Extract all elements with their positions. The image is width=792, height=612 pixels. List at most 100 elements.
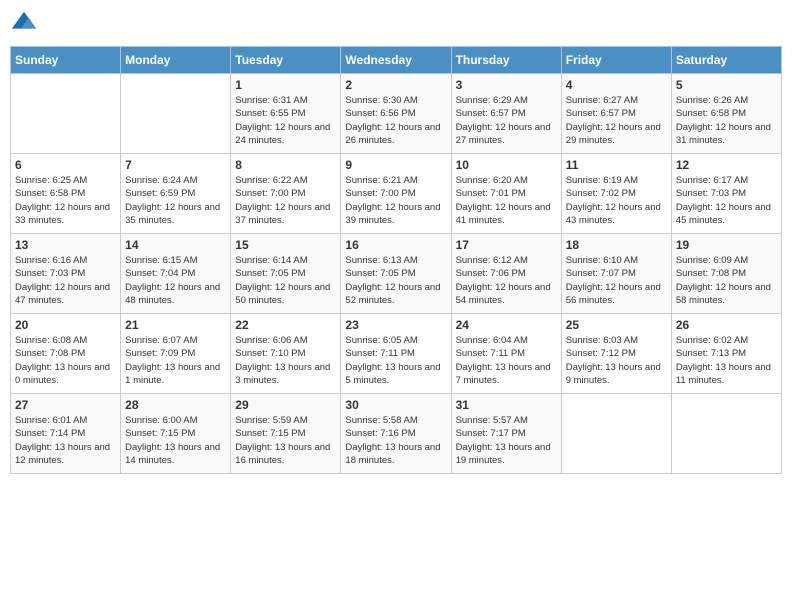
day-number: 4 (566, 78, 667, 92)
day-number: 25 (566, 318, 667, 332)
day-cell: 22 Sunrise: 6:06 AM Sunset: 7:10 PM Dayli… (231, 314, 341, 394)
day-cell (121, 74, 231, 154)
header-cell-monday: Monday (121, 47, 231, 74)
day-number: 8 (235, 158, 336, 172)
day-info: Sunrise: 6:26 AM Sunset: 6:58 PM Dayligh… (676, 94, 777, 147)
day-number: 18 (566, 238, 667, 252)
day-number: 21 (125, 318, 226, 332)
day-number: 13 (15, 238, 116, 252)
header-row: SundayMondayTuesdayWednesdayThursdayFrid… (11, 47, 782, 74)
day-number: 2 (345, 78, 446, 92)
day-info: Sunrise: 6:29 AM Sunset: 6:57 PM Dayligh… (456, 94, 557, 147)
week-row-1: 1 Sunrise: 6:31 AM Sunset: 6:55 PM Daylig… (11, 74, 782, 154)
day-number: 10 (456, 158, 557, 172)
day-number: 6 (15, 158, 116, 172)
day-number: 9 (345, 158, 446, 172)
day-cell: 29 Sunrise: 5:59 AM Sunset: 7:15 PM Dayli… (231, 394, 341, 474)
day-info: Sunrise: 6:05 AM Sunset: 7:11 PM Dayligh… (345, 334, 446, 387)
day-number: 30 (345, 398, 446, 412)
day-cell: 20 Sunrise: 6:08 AM Sunset: 7:08 PM Dayli… (11, 314, 121, 394)
day-info: Sunrise: 6:15 AM Sunset: 7:04 PM Dayligh… (125, 254, 226, 307)
day-cell: 16 Sunrise: 6:13 AM Sunset: 7:05 PM Dayli… (341, 234, 451, 314)
day-cell: 23Sunrise: 6:05 AM Sunset: 7:11 PM Dayli… (341, 314, 451, 394)
header-cell-saturday: Saturday (671, 47, 781, 74)
day-number: 12 (676, 158, 777, 172)
day-cell: 24Sunrise: 6:04 AM Sunset: 7:11 PM Dayli… (451, 314, 561, 394)
day-info: Sunrise: 6:03 AM Sunset: 7:12 PM Dayligh… (566, 334, 667, 387)
day-number: 3 (456, 78, 557, 92)
day-number: 17 (456, 238, 557, 252)
day-cell: 28 Sunrise: 6:00 AM Sunset: 7:15 PM Dayli… (121, 394, 231, 474)
day-info: Sunrise: 5:58 AM Sunset: 7:16 PM Dayligh… (345, 414, 446, 467)
day-number: 14 (125, 238, 226, 252)
day-cell: 21Sunrise: 6:07 AM Sunset: 7:09 PM Dayli… (121, 314, 231, 394)
day-info: Sunrise: 6:02 AM Sunset: 7:13 PM Dayligh… (676, 334, 777, 387)
day-info: Sunrise: 5:57 AM Sunset: 7:17 PM Dayligh… (456, 414, 557, 467)
day-info: Sunrise: 6:06 AM Sunset: 7:10 PM Dayligh… (235, 334, 336, 387)
day-number: 27 (15, 398, 116, 412)
day-info: Sunrise: 6:22 AM Sunset: 7:00 PM Dayligh… (235, 174, 336, 227)
day-info: Sunrise: 6:25 AM Sunset: 6:58 PM Dayligh… (15, 174, 116, 227)
day-number: 26 (676, 318, 777, 332)
day-info: Sunrise: 6:27 AM Sunset: 6:57 PM Dayligh… (566, 94, 667, 147)
page-container: SundayMondayTuesdayWednesdayThursdayFrid… (0, 0, 792, 484)
day-cell: 15Sunrise: 6:14 AM Sunset: 7:05 PM Dayli… (231, 234, 341, 314)
day-cell: 9 Sunrise: 6:21 AM Sunset: 7:00 PM Daylig… (341, 154, 451, 234)
day-number: 29 (235, 398, 336, 412)
logo-icon (10, 10, 38, 38)
day-info: Sunrise: 6:16 AM Sunset: 7:03 PM Dayligh… (15, 254, 116, 307)
header (10, 10, 782, 38)
day-cell: 7Sunrise: 6:24 AM Sunset: 6:59 PM Daylig… (121, 154, 231, 234)
day-cell: 6 Sunrise: 6:25 AM Sunset: 6:58 PM Daylig… (11, 154, 121, 234)
day-cell: 8 Sunrise: 6:22 AM Sunset: 7:00 PM Daylig… (231, 154, 341, 234)
day-cell (561, 394, 671, 474)
day-cell: 25 Sunrise: 6:03 AM Sunset: 7:12 PM Dayli… (561, 314, 671, 394)
day-number: 16 (345, 238, 446, 252)
day-info: Sunrise: 6:30 AM Sunset: 6:56 PM Dayligh… (345, 94, 446, 147)
header-cell-wednesday: Wednesday (341, 47, 451, 74)
day-cell: 14 Sunrise: 6:15 AM Sunset: 7:04 PM Dayli… (121, 234, 231, 314)
day-number: 7 (125, 158, 226, 172)
day-cell: 13 Sunrise: 6:16 AM Sunset: 7:03 PM Dayli… (11, 234, 121, 314)
week-row-2: 6 Sunrise: 6:25 AM Sunset: 6:58 PM Daylig… (11, 154, 782, 234)
day-cell: 19Sunrise: 6:09 AM Sunset: 7:08 PM Dayli… (671, 234, 781, 314)
day-cell: 12 Sunrise: 6:17 AM Sunset: 7:03 PM Dayli… (671, 154, 781, 234)
day-number: 11 (566, 158, 667, 172)
day-cell: 26 Sunrise: 6:02 AM Sunset: 7:13 PM Dayli… (671, 314, 781, 394)
day-number: 20 (15, 318, 116, 332)
day-info: Sunrise: 6:10 AM Sunset: 7:07 PM Dayligh… (566, 254, 667, 307)
week-row-3: 13 Sunrise: 6:16 AM Sunset: 7:03 PM Dayli… (11, 234, 782, 314)
day-number: 22 (235, 318, 336, 332)
day-number: 31 (456, 398, 557, 412)
day-info: Sunrise: 6:20 AM Sunset: 7:01 PM Dayligh… (456, 174, 557, 227)
header-cell-thursday: Thursday (451, 47, 561, 74)
day-info: Sunrise: 6:00 AM Sunset: 7:15 PM Dayligh… (125, 414, 226, 467)
day-info: Sunrise: 6:31 AM Sunset: 6:55 PM Dayligh… (235, 94, 336, 147)
day-cell: 18 Sunrise: 6:10 AM Sunset: 7:07 PM Dayli… (561, 234, 671, 314)
day-cell: 1 Sunrise: 6:31 AM Sunset: 6:55 PM Daylig… (231, 74, 341, 154)
day-cell: 3 Sunrise: 6:29 AM Sunset: 6:57 PM Daylig… (451, 74, 561, 154)
day-info: Sunrise: 6:08 AM Sunset: 7:08 PM Dayligh… (15, 334, 116, 387)
day-number: 1 (235, 78, 336, 92)
header-cell-friday: Friday (561, 47, 671, 74)
day-cell: 17Sunrise: 6:12 AM Sunset: 7:06 PM Dayli… (451, 234, 561, 314)
header-cell-sunday: Sunday (11, 47, 121, 74)
day-info: Sunrise: 6:21 AM Sunset: 7:00 PM Dayligh… (345, 174, 446, 227)
day-info: Sunrise: 5:59 AM Sunset: 7:15 PM Dayligh… (235, 414, 336, 467)
day-info: Sunrise: 6:14 AM Sunset: 7:05 PM Dayligh… (235, 254, 336, 307)
day-cell: 27Sunrise: 6:01 AM Sunset: 7:14 PM Dayli… (11, 394, 121, 474)
day-number: 5 (676, 78, 777, 92)
day-cell: 2 Sunrise: 6:30 AM Sunset: 6:56 PM Daylig… (341, 74, 451, 154)
day-cell: 11 Sunrise: 6:19 AM Sunset: 7:02 PM Dayli… (561, 154, 671, 234)
day-cell: 5 Sunrise: 6:26 AM Sunset: 6:58 PM Daylig… (671, 74, 781, 154)
day-cell (11, 74, 121, 154)
week-row-5: 27Sunrise: 6:01 AM Sunset: 7:14 PM Dayli… (11, 394, 782, 474)
day-cell: 30 Sunrise: 5:58 AM Sunset: 7:16 PM Dayli… (341, 394, 451, 474)
day-number: 28 (125, 398, 226, 412)
day-info: Sunrise: 6:19 AM Sunset: 7:02 PM Dayligh… (566, 174, 667, 227)
day-info: Sunrise: 6:17 AM Sunset: 7:03 PM Dayligh… (676, 174, 777, 227)
day-cell (671, 394, 781, 474)
day-info: Sunrise: 6:13 AM Sunset: 7:05 PM Dayligh… (345, 254, 446, 307)
logo (10, 10, 41, 38)
day-cell: 31 Sunrise: 5:57 AM Sunset: 7:17 PM Dayli… (451, 394, 561, 474)
